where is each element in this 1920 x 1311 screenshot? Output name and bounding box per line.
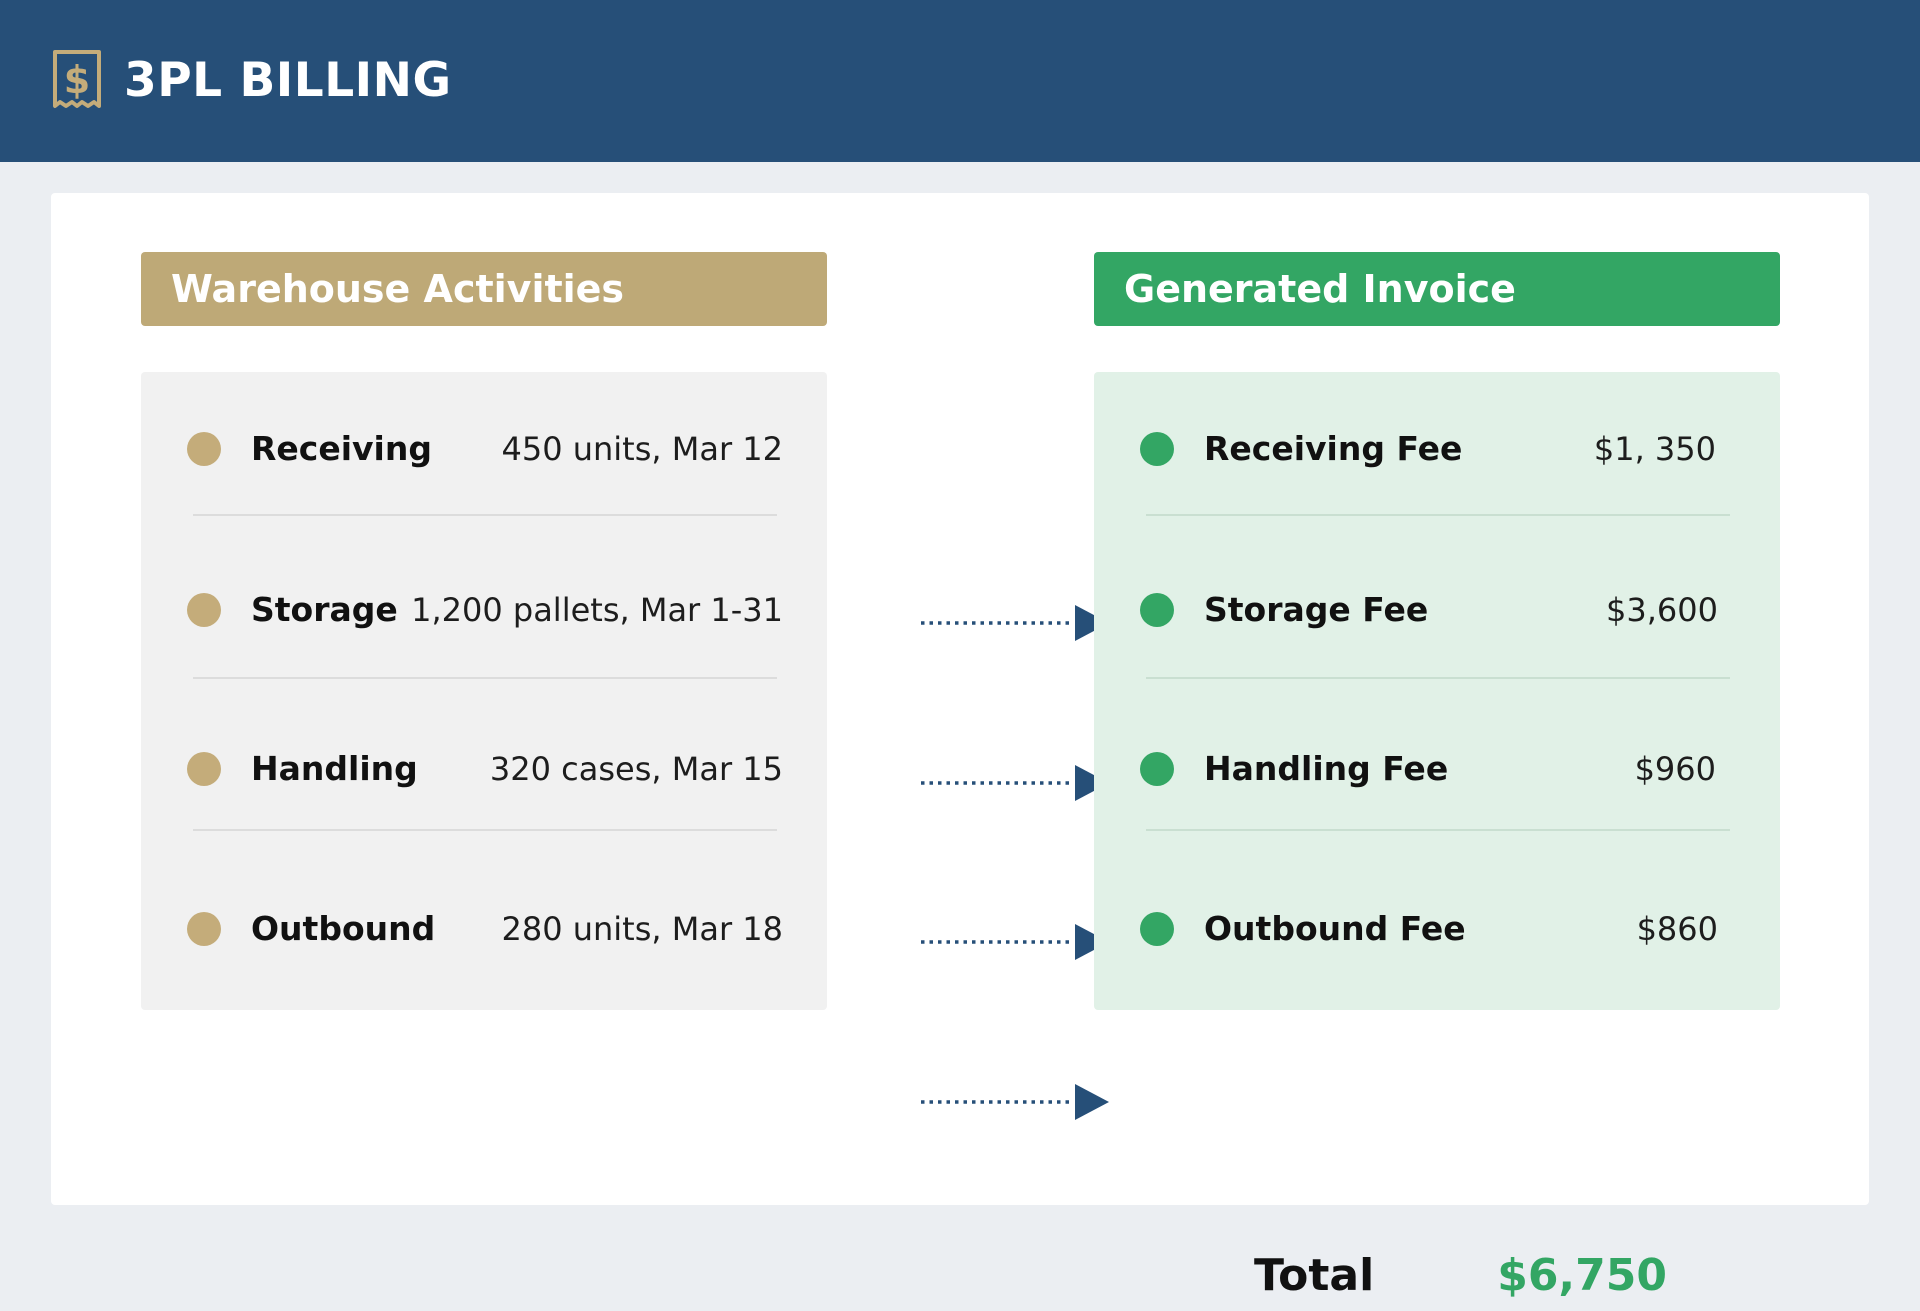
app-title: 3PL BILLING (124, 53, 452, 108)
invoice-panel: Receiving Fee $1, 350 Storage Fee $3,600… (1094, 372, 1780, 1010)
bullet-dot (1140, 432, 1174, 466)
row-divider (1146, 514, 1730, 516)
fee-label: Outbound Fee (1204, 909, 1466, 948)
fee-amount: $960 (1634, 750, 1716, 788)
activity-row: Storage 1,200 pallets, Mar 1-31 (141, 580, 827, 640)
invoice-row: Receiving Fee $1, 350 (1094, 419, 1780, 479)
fee-amount: $1, 350 (1593, 430, 1716, 468)
activity-label: Handling (251, 749, 418, 788)
fee-label: Storage Fee (1204, 590, 1429, 629)
activity-detail: 320 cases, Mar 15 (489, 750, 783, 788)
fee-amount: $860 (1636, 910, 1718, 948)
row-divider (193, 514, 777, 516)
fee-label: Receiving Fee (1204, 429, 1463, 468)
row-divider (1146, 829, 1730, 831)
invoice-header: Generated Invoice (1094, 252, 1780, 326)
activity-row: Outbound 280 units, Mar 18 (141, 899, 827, 959)
bullet-dot (187, 752, 221, 786)
bullet-dot (1140, 752, 1174, 786)
app-header: $ 3PL BILLING (0, 0, 1920, 162)
billing-card: Warehouse Activities Generated Invoice R… (51, 193, 1869, 1301)
row-divider (193, 829, 777, 831)
arrow-right-icon (921, 765, 1109, 801)
invoice-row: Outbound Fee $860 (1094, 899, 1780, 959)
activity-detail: 1,200 pallets, Mar 1-31 (411, 591, 783, 629)
total-value: $6,750 (1497, 1250, 1667, 1301)
invoice-row: Storage Fee $3,600 (1094, 580, 1780, 640)
bullet-dot (1140, 912, 1174, 946)
activities-panel: Receiving 450 units, Mar 12 Storage 1,20… (141, 372, 827, 1010)
receipt-dollar-icon: $ (53, 50, 101, 108)
activity-detail: 450 units, Mar 12 (501, 430, 783, 468)
activities-header: Warehouse Activities (141, 252, 827, 326)
activity-row: Receiving 450 units, Mar 12 (141, 419, 827, 479)
activity-label: Storage (251, 590, 398, 629)
fee-amount: $3,600 (1606, 591, 1718, 629)
bullet-dot (187, 593, 221, 627)
activity-detail: 280 units, Mar 18 (501, 910, 783, 948)
bullet-dot (187, 912, 221, 946)
total-label: Total (1254, 1250, 1375, 1301)
activity-row: Handling 320 cases, Mar 15 (141, 739, 827, 799)
arrow-right-icon (921, 605, 1109, 641)
bullet-dot (187, 432, 221, 466)
activity-label: Outbound (251, 909, 436, 948)
fee-label: Handling Fee (1204, 749, 1449, 788)
arrow-right-icon (921, 1084, 1109, 1120)
row-divider (1146, 677, 1730, 679)
svg-text:$: $ (64, 58, 90, 102)
arrow-right-icon (921, 924, 1109, 960)
invoice-row: Handling Fee $960 (1094, 739, 1780, 799)
activity-label: Receiving (251, 429, 432, 468)
bullet-dot (1140, 593, 1174, 627)
row-divider (193, 677, 777, 679)
